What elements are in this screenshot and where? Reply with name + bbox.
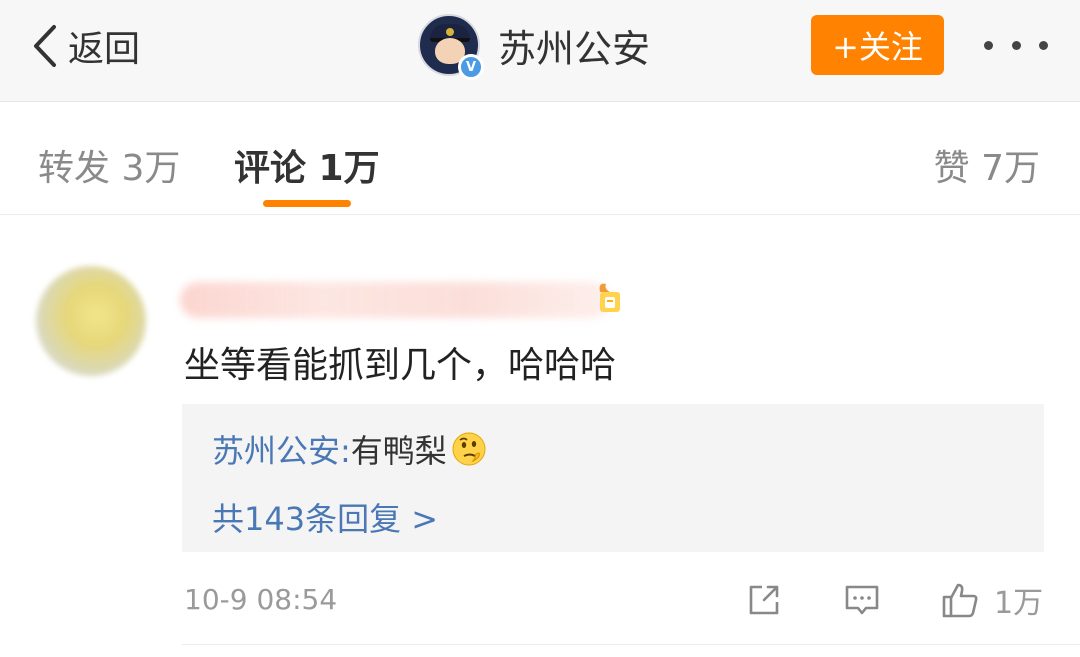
top-nav-bar: 返回 V 苏州公安 +关注 — [0, 0, 1080, 102]
user-level-badge-icon — [599, 283, 620, 312]
more-options-icon[interactable] — [984, 28, 1048, 62]
thinking-emoji-icon — [452, 432, 486, 466]
tab-comment[interactable]: 评论 1万 — [234, 139, 380, 191]
comment-divider — [182, 644, 1080, 645]
commenter-avatar[interactable] — [36, 266, 146, 376]
commenter-name-blurred[interactable] — [180, 282, 610, 318]
active-tab-indicator — [263, 200, 351, 207]
back-label: 返回 — [68, 29, 141, 70]
reply-preview-line: 苏州公安: 有鸭梨 — [212, 426, 487, 472]
reply-text: 有鸭梨 — [350, 432, 447, 470]
reply-author-link[interactable]: 苏州公安: — [212, 426, 351, 472]
back-button[interactable]: 返回 — [28, 18, 140, 74]
account-name[interactable]: 苏州公安 — [498, 18, 650, 73]
share-button[interactable] — [744, 578, 784, 622]
dot-icon — [1011, 40, 1021, 50]
post-tabs: 转发 3万 评论 1万 赞 7万 — [0, 103, 1080, 215]
reply-button[interactable] — [842, 578, 882, 622]
share-icon — [749, 585, 779, 615]
chevron-left-icon — [34, 25, 56, 67]
verified-badge-icon: V — [458, 54, 484, 80]
account-avatar[interactable]: V — [418, 14, 484, 80]
cap-badge-graphic — [446, 28, 454, 36]
dot-icon — [984, 40, 993, 50]
like-count: 1万 — [994, 586, 1044, 621]
comment-icon — [845, 585, 879, 615]
tab-forward[interactable]: 转发 3万 — [38, 139, 180, 191]
reply-preview-box[interactable]: 苏州公安: 有鸭梨 共143条回复 > — [182, 404, 1044, 552]
like-button[interactable]: 1万 — [940, 578, 1043, 622]
follow-button[interactable]: +关注 — [811, 15, 944, 75]
account-header[interactable]: V 苏州公安 — [418, 14, 650, 80]
thumbs-up-icon — [942, 583, 978, 618]
comment-text: 坐等看能抓到几个，哈哈哈 — [184, 345, 617, 386]
dot-icon — [1039, 40, 1048, 50]
view-replies-link[interactable]: 共143条回复 > — [212, 494, 438, 540]
tab-like[interactable]: 赞 7万 — [934, 139, 1040, 191]
comment-timestamp: 10-9 08:54 — [184, 583, 338, 616]
